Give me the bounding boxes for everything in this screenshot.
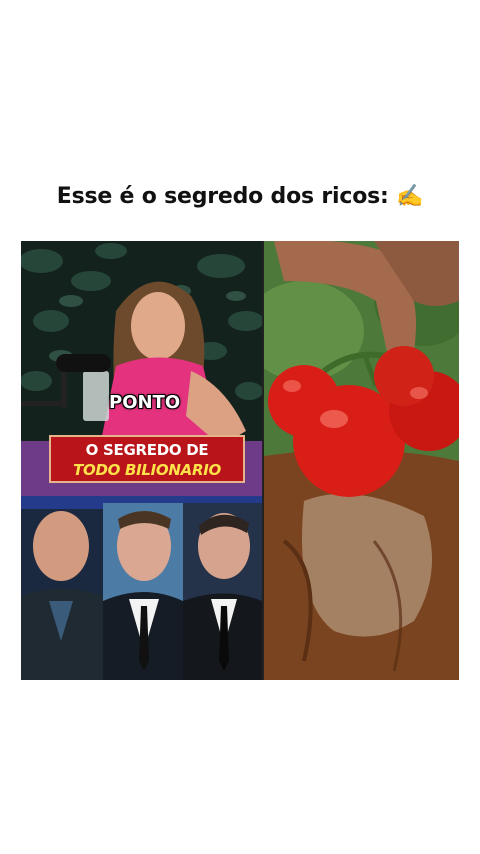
left-panel-podcast: PONTO O SEGREDO DE TODO BILIONARIO xyxy=(21,241,262,680)
image-collage[interactable]: PONTO O SEGREDO DE TODO BILIONARIO xyxy=(21,241,459,680)
right-panel-tomatoes xyxy=(264,241,459,680)
banner-line-1: O SEGREDO DE xyxy=(85,441,209,459)
post-headline: Esse é o segredo dos ricos: ✍️ xyxy=(56,184,424,209)
caption-ponto: PONTO xyxy=(109,392,181,413)
title-banner: O SEGREDO DE TODO BILIONARIO xyxy=(49,435,245,483)
tomatoes-scene xyxy=(264,241,459,680)
banner-line-2: TODO BILIONARIO xyxy=(73,461,221,479)
